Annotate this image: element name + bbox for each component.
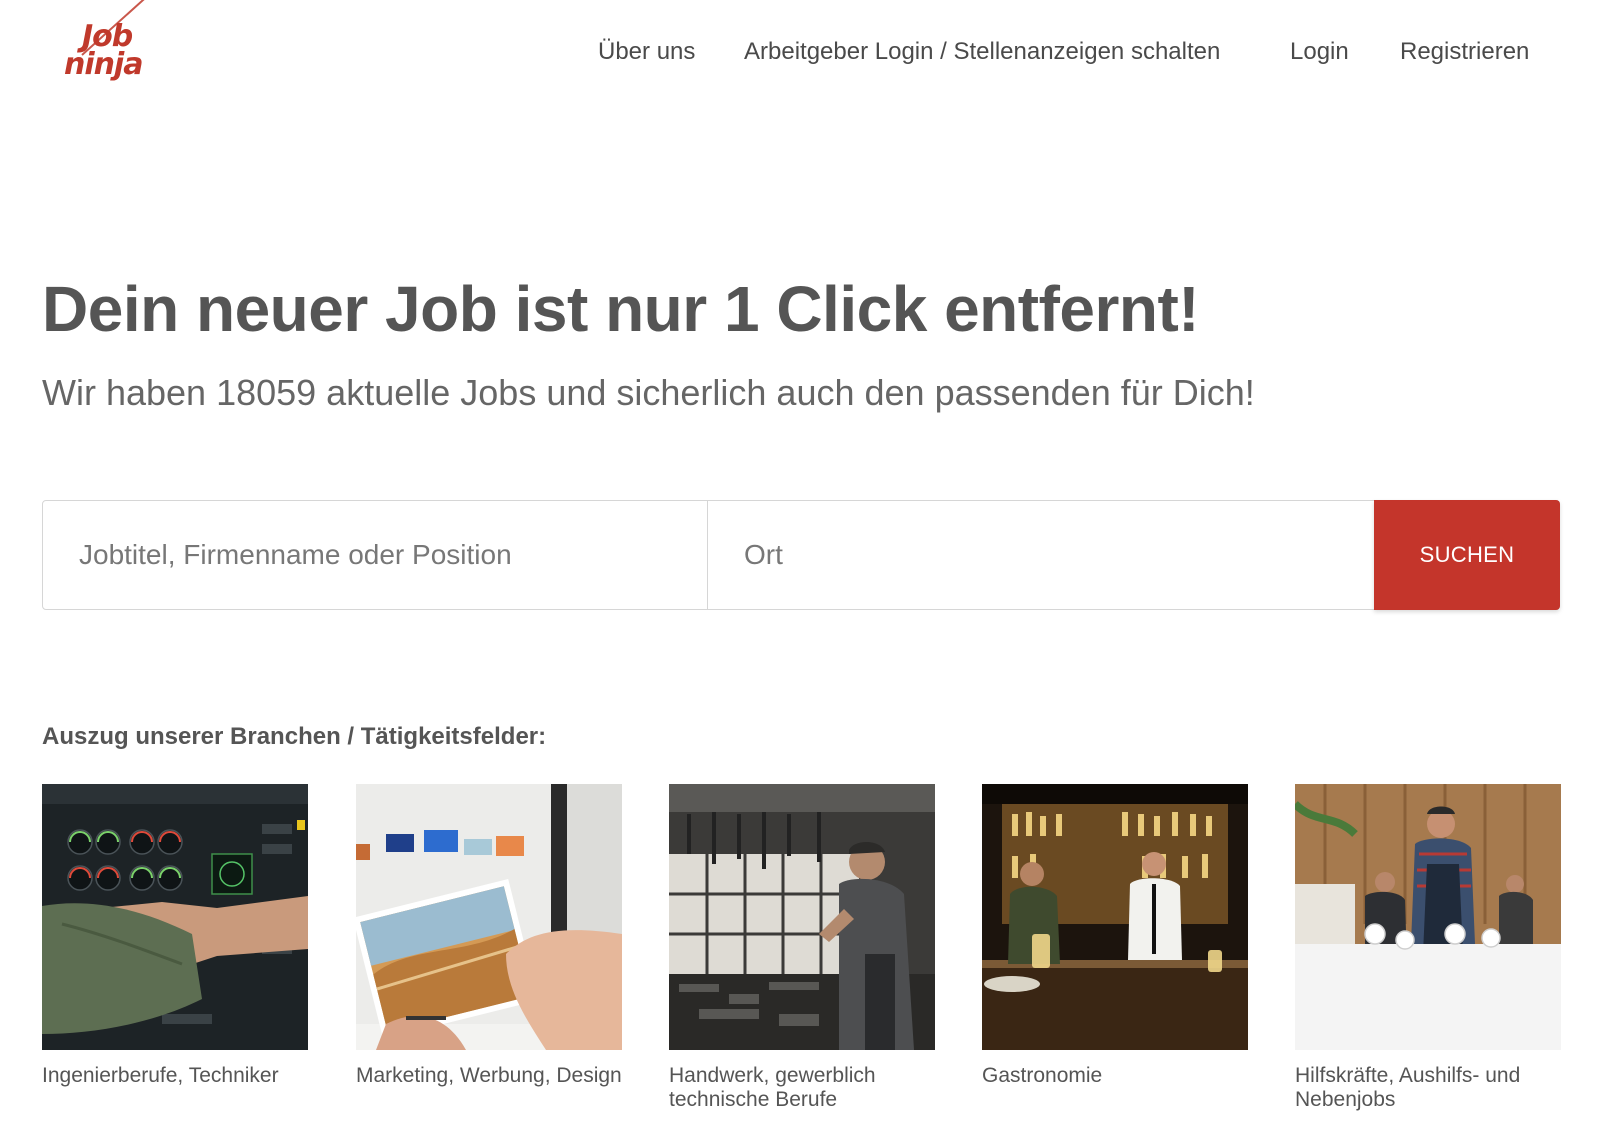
category-label: Ingenierberufe, Techniker [42,1064,279,1087]
logo-text-ninja: ninja [64,47,144,82]
nav-item-arbeitgeber-login[interactable]: Arbeitgeber Login / Stellenanzeigen scha… [744,34,1220,70]
jobninja-logo[interactable]: Job ninja [62,0,172,94]
category-label: Marketing, Werbung, Design [356,1064,622,1087]
job-search-form: SUCHEN [42,500,1560,610]
site-header: Job ninja Über uns Arbeitgeber Login / S… [0,0,1600,110]
category-tile-ingenieur[interactable]: Ingenierberufe, Techniker [42,784,308,1088]
nav-link-ueber-uns[interactable]: Über uns [598,38,695,66]
job-title-input[interactable] [79,539,707,571]
hero-title: Dein neuer Job ist nur 1 Click entfernt! [42,273,1200,345]
categories-heading: Auszug unserer Branchen / Tätigkeitsfeld… [42,723,547,750]
location-input[interactable] [744,539,1374,571]
nav-item-registrieren[interactable]: Registrieren [1400,34,1529,70]
category-label: Hilfskräfte, Aushilfs- und Nebenjobs [1295,1064,1521,1111]
nav-link-registrieren[interactable]: Registrieren [1400,38,1529,66]
category-label: Handwerk, gewerblich technische Berufe [669,1064,876,1111]
bar-photo [982,784,1248,1050]
design-photo [356,784,622,1050]
nav-item-ueber-uns[interactable]: Über uns [598,34,695,70]
nav-link-login[interactable]: Login [1290,38,1349,66]
search-button[interactable]: SUCHEN [1374,500,1560,610]
category-tile-gastronomie[interactable]: Gastronomie [982,784,1248,1088]
category-label: Gastronomie [982,1064,1103,1087]
job-title-field-wrapper [43,501,708,609]
cockpit-photo [42,784,308,1050]
barista-photo [1295,784,1561,1050]
workshop-photo [669,784,935,1050]
category-tile-handwerk[interactable]: Handwerk, gewerblich technische Berufe [669,784,935,1112]
location-field-wrapper [708,501,1374,609]
category-tile-marketing[interactable]: Marketing, Werbung, Design [356,784,622,1088]
nav-item-login[interactable]: Login [1290,34,1349,70]
nav-link-arbeitgeber-login[interactable]: Arbeitgeber Login / Stellenanzeigen scha… [744,38,1220,66]
hero-subtitle: Wir haben 18059 aktuelle Jobs und sicher… [42,372,1255,413]
category-tile-hilfskraefte[interactable]: Hilfskräfte, Aushilfs- und Nebenjobs [1295,784,1561,1112]
